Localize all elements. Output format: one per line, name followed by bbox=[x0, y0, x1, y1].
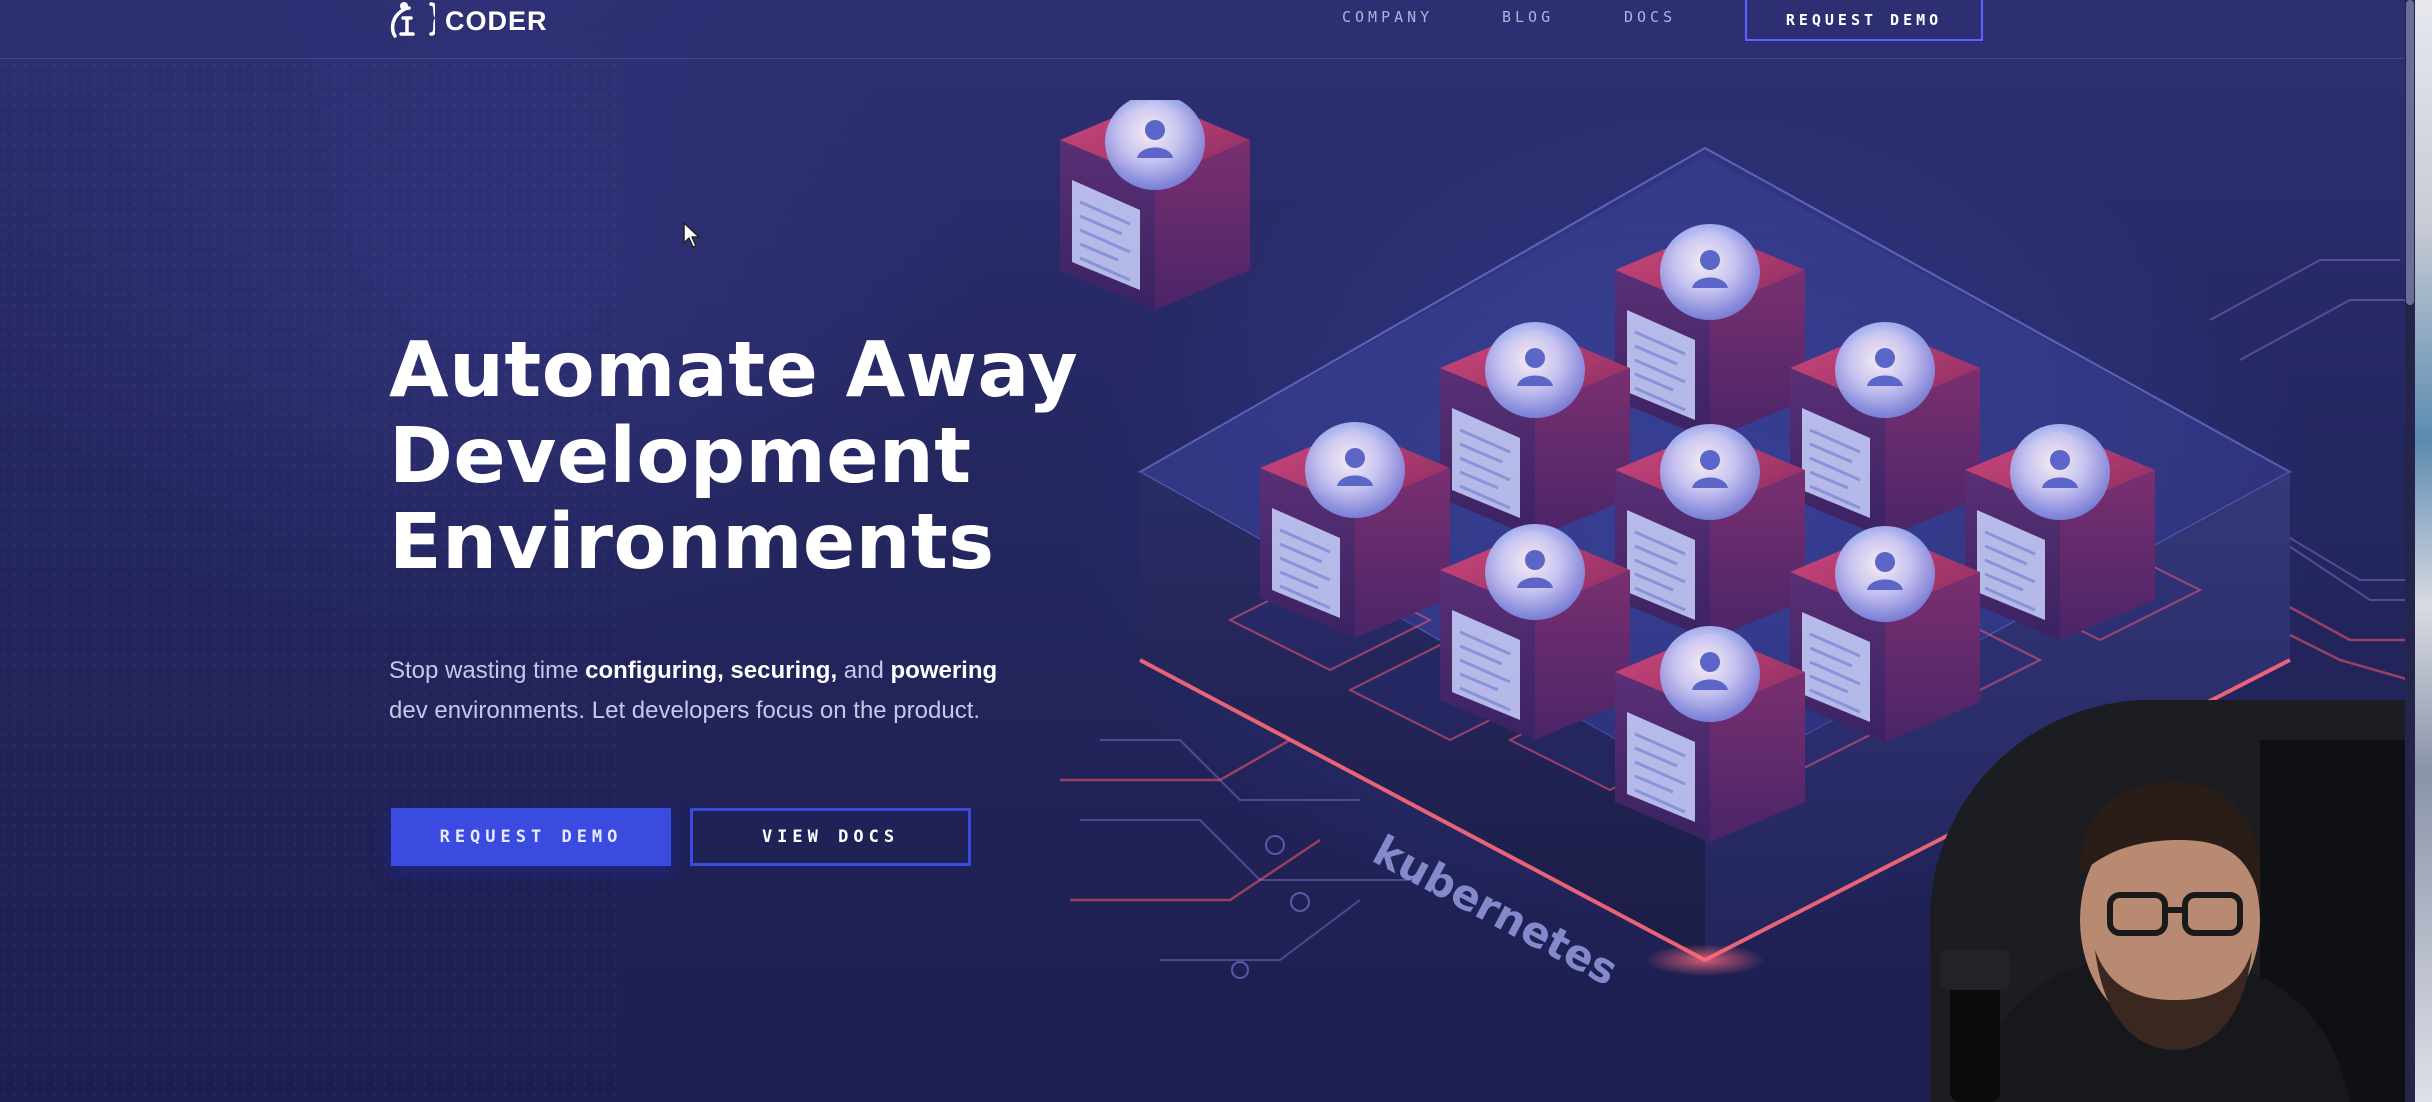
hero-subtitle: Stop wasting time configuring, securing,… bbox=[389, 651, 1109, 731]
hero-title-line-3: Environments bbox=[389, 498, 995, 587]
nav-link-company[interactable]: COMPANY bbox=[1342, 8, 1433, 26]
logo-wordmark: CODER bbox=[445, 5, 548, 36]
request-demo-button[interactable]: REQUEST DEMO bbox=[391, 808, 671, 866]
hero-title-line-1: Automate Away bbox=[389, 326, 1079, 415]
view-docs-button[interactable]: VIEW DOCS bbox=[690, 808, 971, 866]
nav-request-demo-button[interactable]: REQUEST DEMO bbox=[1745, 0, 1983, 41]
subtitle-text-1: Stop wasting time bbox=[389, 657, 586, 684]
subtitle-text-2: and bbox=[837, 657, 891, 684]
subtitle-bold-2: powering bbox=[890, 657, 998, 684]
mouse-cursor-icon bbox=[683, 222, 700, 248]
pod-cube bbox=[1060, 100, 1250, 310]
top-navigation: CODER COMPANY BLOG DOCS REQUEST DEMO bbox=[0, 0, 2405, 59]
webcam-overlay bbox=[1930, 700, 2405, 1102]
pod-cubes bbox=[1060, 100, 1250, 310]
subtitle-bold-1: configuring, securing, bbox=[585, 657, 838, 684]
coder-logo-icon bbox=[390, 2, 435, 38]
hero-title-line-2: Development bbox=[389, 412, 972, 501]
nav-link-blog[interactable]: BLOG bbox=[1502, 8, 1554, 26]
presenter-video bbox=[1930, 700, 2405, 1102]
hero-title: Automate Away Development Environments bbox=[389, 328, 1078, 586]
subtitle-text-3: dev environments. Let developers focus o… bbox=[389, 697, 981, 724]
nav-link-docs[interactable]: DOCS bbox=[1624, 8, 1676, 26]
coder-logo[interactable]: CODER bbox=[389, 0, 548, 42]
scrollbar-thumb[interactable] bbox=[2406, 0, 2414, 305]
adjacent-window-edge bbox=[2415, 0, 2432, 1102]
